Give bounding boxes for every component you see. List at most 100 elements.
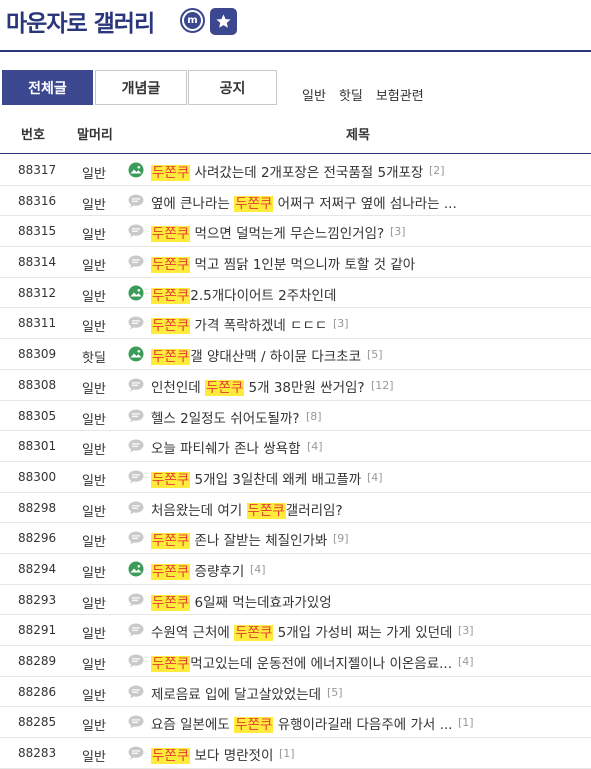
post-title-link[interactable]: 헬스 2일정도 쉬어도될까? <box>151 407 300 427</box>
post-number: 88294 <box>18 561 57 576</box>
post-number: 88316 <box>18 193 57 208</box>
post-title-link[interactable]: 두쫀쿠 먹고 찜닭 1인분 먹으니까 토할 것 같아 <box>151 253 415 274</box>
post-title-link[interactable]: 수원역 근처에 두쫀쿠 5개입 가성비 쩌는 가게 있던데 <box>151 621 452 642</box>
post-row[interactable]: 88293 일반 두쫀쿠 6일째 먹는데효과가있엉 <box>0 585 591 616</box>
post-row[interactable]: 88296 일반 두쫀쿠 존나 잘받는 체질인가봐 [9] <box>0 523 591 554</box>
post-row[interactable]: 88305 일반 헬스 2일정도 쉬어도될까? [8] <box>0 401 591 432</box>
reply-count[interactable]: [4] <box>250 563 266 576</box>
post-row[interactable]: 88312 일반 두쫀쿠2.5개다이어트 2주차인데 <box>0 278 591 309</box>
post-row[interactable]: 88283 일반 두쫀쿠 보다 명란젓이 [1] <box>0 738 591 769</box>
post-number: 88285 <box>18 715 57 730</box>
post-prefix: 핫딜 <box>82 351 106 367</box>
post-row[interactable]: 88294 일반 두쫀쿠 증량후기 [4] <box>0 554 591 585</box>
post-row[interactable]: 88308 일반 인천인데 두쫀쿠 5개 38만원 싼거임? [12] <box>0 370 591 401</box>
text-post-icon <box>127 408 145 424</box>
reply-count[interactable]: [1] <box>279 747 295 760</box>
search-highlight: 두쫀쿠 <box>151 656 191 672</box>
text-post-icon <box>127 254 145 270</box>
reply-count[interactable]: [2] <box>429 164 445 177</box>
post-row[interactable]: 88298 일반 처음왔는데 여기 두쫀쿠갤러리임? <box>0 493 591 524</box>
post-title-link[interactable]: 두쫀쿠2.5개다이어트 2주차인데 <box>151 284 336 304</box>
post-row[interactable]: 88291 일반 수원역 근처에 두쫀쿠 5개입 가성비 쩌는 가게 있던데 [3] <box>0 615 591 646</box>
post-title-link[interactable]: 두쫀쿠 먹으면 덜먹는게 무슨느낌인거임? <box>151 222 384 243</box>
reply-count[interactable]: [5] <box>327 686 343 699</box>
post-title-link[interactable]: 옆에 큰나라는 두쫀쿠 어쩌구 저쩌구 옆에 섬나라는 ... <box>151 192 457 212</box>
post-title-text: 6일째 먹는데효과가있엉 <box>190 594 332 611</box>
search-highlight: 두쫀쿠 <box>151 471 191 488</box>
post-title-link[interactable]: 인천인데 두쫀쿠 5개 38만원 싼거임? <box>151 376 365 396</box>
tab-notice[interactable]: 공지 <box>188 70 277 105</box>
category-insurance[interactable]: 보험관련 <box>376 89 424 104</box>
post-title-link[interactable]: 오늘 파티쉐가 존나 쌍욕함 <box>151 437 301 457</box>
post-title-text: 존나 잘받는 체질인가봐 <box>190 533 328 550</box>
post-row[interactable]: 88289 일반 두쫀쿠먹고있는데 운동전에 에너지젤이나 이온음료... [4] <box>0 646 591 677</box>
category-general[interactable]: 일반 <box>302 89 326 104</box>
post-title-text: 수원역 근처에 <box>151 625 235 642</box>
reply-count[interactable]: [1] <box>458 716 474 729</box>
post-row[interactable]: 88300 일반 두쫀쿠 5개입 3일찬데 왜케 배고플까 [4] <box>0 462 591 493</box>
tab-concept-posts[interactable]: 개념글 <box>95 70 187 105</box>
search-highlight: 두쫀쿠 <box>234 717 274 734</box>
post-prefix: 일반 <box>82 259 106 275</box>
text-post-icon <box>127 592 145 608</box>
image-post-icon <box>127 346 145 362</box>
reply-count[interactable]: [4] <box>307 440 323 453</box>
post-prefix: 일반 <box>82 443 106 459</box>
category-hotdeal[interactable]: 핫딜 <box>339 89 363 104</box>
reply-count[interactable]: [5] <box>367 348 383 361</box>
reply-count[interactable]: [9] <box>333 532 349 545</box>
post-row[interactable]: 88314 일반 두쫀쿠 먹고 찜닭 1인분 먹으니까 토할 것 같아 <box>0 247 591 278</box>
reply-count[interactable]: [8] <box>306 410 322 423</box>
favorite-star-icon[interactable] <box>210 8 237 35</box>
search-highlight: 두쫀쿠 <box>151 594 191 611</box>
reply-count[interactable]: [3] <box>458 624 474 637</box>
post-number: 88305 <box>18 408 57 423</box>
post-row[interactable]: 88315 일반 두쫀쿠 먹으면 덜먹는게 무슨느낌인거임? [3] <box>0 216 591 248</box>
post-prefix: 일반 <box>82 197 106 213</box>
post-row[interactable]: 88286 일반 제로음료 입에 달고살았었는데 [5] <box>0 677 591 708</box>
post-number: 88314 <box>18 255 57 270</box>
reply-count[interactable]: [3] <box>390 225 406 238</box>
post-title-text: 갤러리임? <box>285 502 343 519</box>
text-post-icon <box>127 684 145 700</box>
post-title-link[interactable]: 요즘 일본에도 두쫀쿠 유행이라길래 다음주에 가서 ... <box>151 713 452 734</box>
tab-all-posts[interactable]: 전체글 <box>2 70 93 105</box>
category-links: 일반 핫딜 보험관련 <box>302 85 437 104</box>
post-row[interactable]: 88316 일반 옆에 큰나라는 두쫀쿠 어쩌구 저쩌구 옆에 섬나라는 ... <box>0 186 591 217</box>
text-post-icon <box>127 653 145 669</box>
text-post-icon <box>127 745 145 761</box>
post-title-link[interactable]: 두쫀쿠 보다 명란젓이 <box>151 744 273 765</box>
gallery-title[interactable]: 마운자로 갤러리 <box>6 4 155 38</box>
gallery-header: 마운자로 갤러리 m <box>0 0 591 52</box>
post-title-link[interactable]: 두쫀쿠 가격 폭락하겠네 ㄷㄷㄷ <box>151 314 327 335</box>
post-title-link[interactable]: 두쫀쿠먹고있는데 운동전에 에너지젤이나 이온음료... <box>151 652 452 672</box>
post-number: 88289 <box>18 654 57 668</box>
post-row[interactable]: 88311 일반 두쫀쿠 가격 폭락하겠네 ㄷㄷㄷ [3] <box>0 308 591 340</box>
post-row[interactable]: 88317 일반 두쫀쿠 사려갔는데 2개포장은 전국품절 5개포장 [2] <box>0 155 591 186</box>
reply-count[interactable]: [4] <box>367 471 383 484</box>
post-title-link[interactable]: 두쫀쿠 6일째 먹는데효과가있엉 <box>151 591 332 611</box>
post-row[interactable]: 88309 핫딜 두쫀쿠갤 양대산맥 / 하이뮨 다크초코 [5] <box>0 339 591 370</box>
header-prefix: 말머리 <box>77 128 113 143</box>
post-title-link[interactable]: 두쫀쿠 증량후기 <box>151 560 244 580</box>
post-title-text: 갤 양대산맥 / 하이뮨 다크초코 <box>190 349 362 366</box>
post-number: 88293 <box>18 592 57 607</box>
post-title-link[interactable]: 처음왔는데 여기 두쫀쿠갤러리임? <box>151 499 343 519</box>
reply-count[interactable]: [3] <box>333 317 349 330</box>
post-title-link[interactable]: 제로음료 입에 달고살았었는데 <box>151 683 321 703</box>
post-title-link[interactable]: 두쫀쿠 사려갔는데 2개포장은 전국품절 5개포장 <box>151 161 423 181</box>
reply-count[interactable]: [12] <box>371 379 394 392</box>
search-highlight: 두쫀쿠 <box>246 502 286 519</box>
post-title-link[interactable]: 두쫀쿠 5개입 3일찬데 왜케 배고플까 <box>151 468 361 488</box>
post-row[interactable]: 88285 일반 요즘 일본에도 두쫀쿠 유행이라길래 다음주에 가서 ... [1] <box>0 707 591 739</box>
image-post-icon <box>127 162 145 178</box>
reply-count[interactable]: [4] <box>458 655 474 668</box>
post-title-link[interactable]: 두쫀쿠 존나 잘받는 체질인가봐 <box>151 529 328 550</box>
text-post-icon <box>127 223 145 239</box>
text-post-icon <box>127 438 145 454</box>
post-row[interactable]: 88301 일반 오늘 파티쉐가 존나 쌍욕함 [4] <box>0 431 591 462</box>
post-number: 88291 <box>18 623 57 638</box>
text-post-icon <box>127 530 145 546</box>
minor-gallery-icon: m <box>180 8 205 33</box>
post-title-link[interactable]: 두쫀쿠갤 양대산맥 / 하이뮨 다크초코 <box>151 345 362 366</box>
